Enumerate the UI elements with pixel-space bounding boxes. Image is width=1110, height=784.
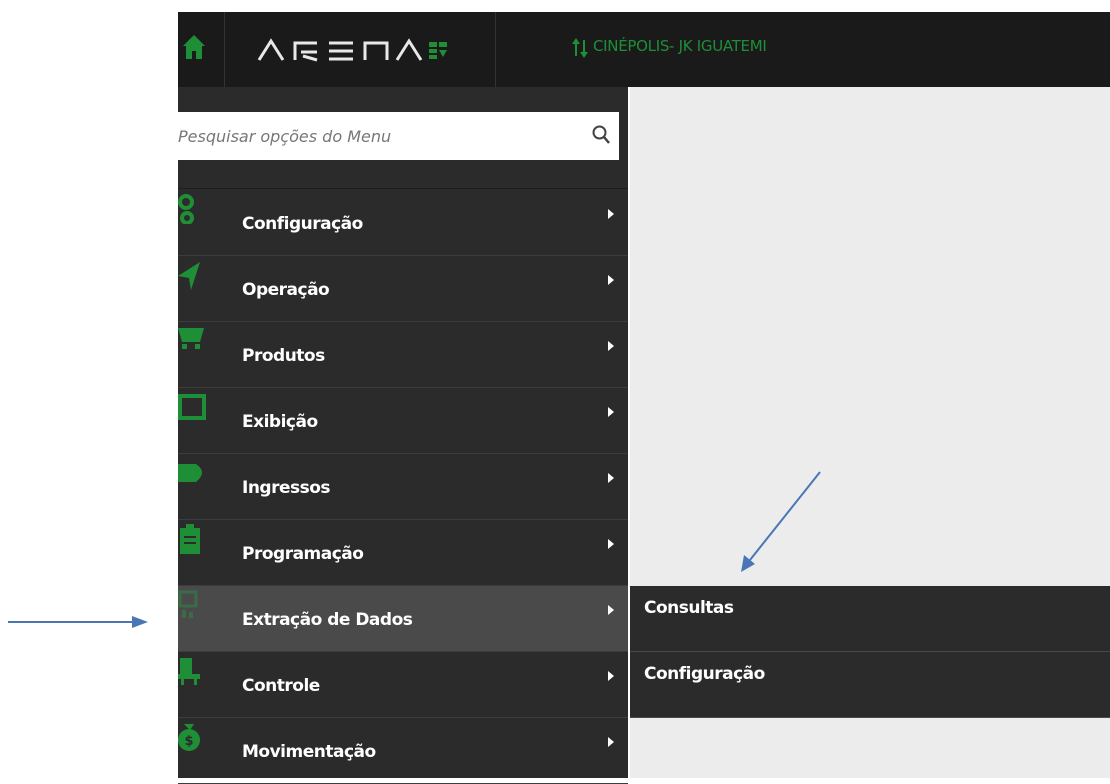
annotation-arrow-diagonal (741, 471, 821, 572)
annotation-arrows (8, 471, 821, 628)
app-window: CINÉPOLIS- JK IGUATEMI Configuração (0, 0, 1110, 784)
annotation-arrow-left (8, 616, 148, 628)
